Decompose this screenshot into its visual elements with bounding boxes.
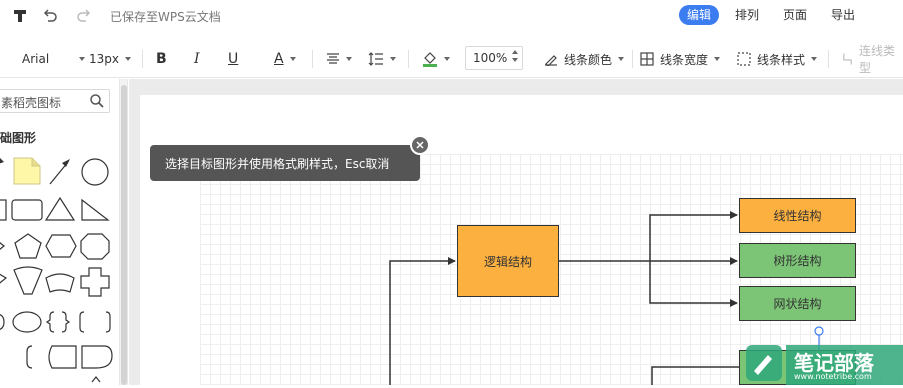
connector-to-linear[interactable] bbox=[559, 211, 738, 262]
node-label: 网状结构 bbox=[773, 297, 822, 311]
close-icon[interactable] bbox=[410, 135, 430, 155]
node-network-structure[interactable]: 网状结构 bbox=[739, 286, 856, 321]
tooltip-text: 选择目标图形并使用格式刷样式，Esc取消 bbox=[165, 156, 390, 171]
watermark: 笔记部落 www.notetribe.com bbox=[742, 335, 903, 385]
selection-handle[interactable] bbox=[814, 326, 824, 336]
connector-into-logic[interactable] bbox=[389, 257, 456, 385]
node-linear-structure[interactable]: 线性结构 bbox=[739, 198, 856, 233]
node-label: 树形结构 bbox=[773, 254, 822, 268]
connector-bottom[interactable] bbox=[651, 366, 740, 385]
watermark-url: www.notetribe.com bbox=[794, 372, 872, 381]
node-label: 逻辑结构 bbox=[483, 254, 532, 269]
node-tree-structure[interactable]: 树形结构 bbox=[739, 243, 856, 278]
format-painter-tooltip: 选择目标图形并使用格式刷样式，Esc取消 bbox=[150, 145, 420, 181]
node-logic-structure[interactable]: 逻辑结构 bbox=[457, 225, 559, 297]
node-label: 线性结构 bbox=[773, 209, 822, 223]
connector-to-network[interactable] bbox=[649, 261, 738, 307]
connector-lines bbox=[389, 211, 824, 385]
